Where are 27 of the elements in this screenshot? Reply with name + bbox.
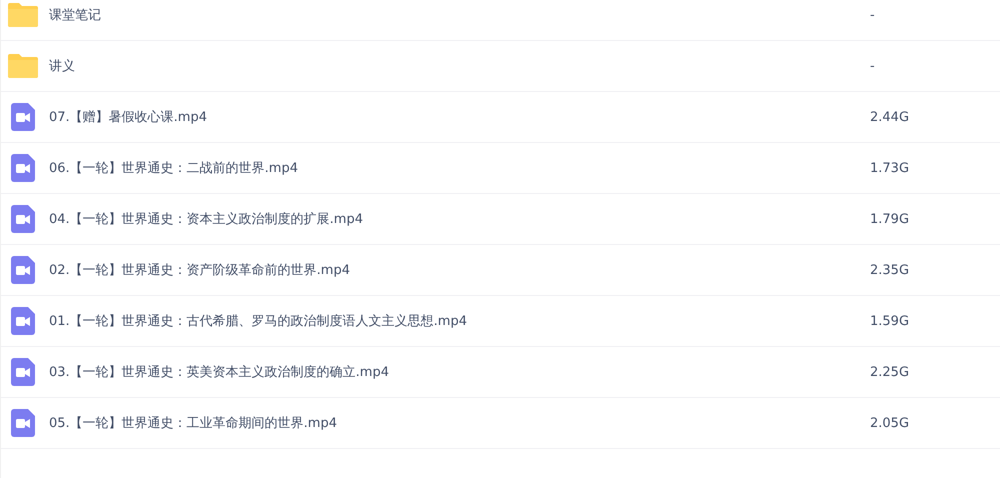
video-file-icon [11, 103, 35, 131]
video-file-icon [11, 409, 35, 437]
file-size: 1.79G [870, 212, 910, 226]
file-name[interactable]: 课堂笔记 [49, 6, 870, 24]
file-size: 2.05G [870, 416, 910, 430]
video-file-icon [11, 154, 35, 182]
file-size: - [870, 8, 876, 22]
file-size: 1.59G [870, 314, 910, 328]
file-name[interactable]: 02.【一轮】世界通史：资产阶级革命前的世界.mp4 [49, 261, 870, 279]
video-file-icon [11, 205, 35, 233]
file-name[interactable]: 04.【一轮】世界通史：资本主义政治制度的扩展.mp4 [49, 210, 870, 228]
file-name[interactable]: 06.【一轮】世界通史：二战前的世界.mp4 [49, 159, 870, 177]
folder-icon [8, 3, 38, 27]
file-name[interactable]: 01.【一轮】世界通史：古代希腊、罗马的政治制度语人文主义思想.mp4 [49, 312, 870, 330]
file-name[interactable]: 07.【赠】暑假收心课.mp4 [49, 108, 870, 126]
video-file-icon [11, 358, 35, 386]
video-file-icon [11, 256, 35, 284]
file-size: 2.35G [870, 262, 910, 278]
folder-icon [8, 54, 38, 78]
file-size: - [870, 58, 876, 74]
file-size: 2.44G [870, 110, 910, 124]
file-size: 2.25G [870, 364, 910, 380]
file-name[interactable]: 03.【一轮】世界通史：英美资本主义政治制度的确立.mp4 [49, 363, 870, 381]
file-size: 1.73G [870, 160, 910, 176]
file-name[interactable]: 讲义 [49, 57, 870, 75]
video-file-icon [11, 307, 35, 335]
file-name[interactable]: 05.【一轮】世界通史：工业革命期间的世界.mp4 [49, 414, 870, 432]
